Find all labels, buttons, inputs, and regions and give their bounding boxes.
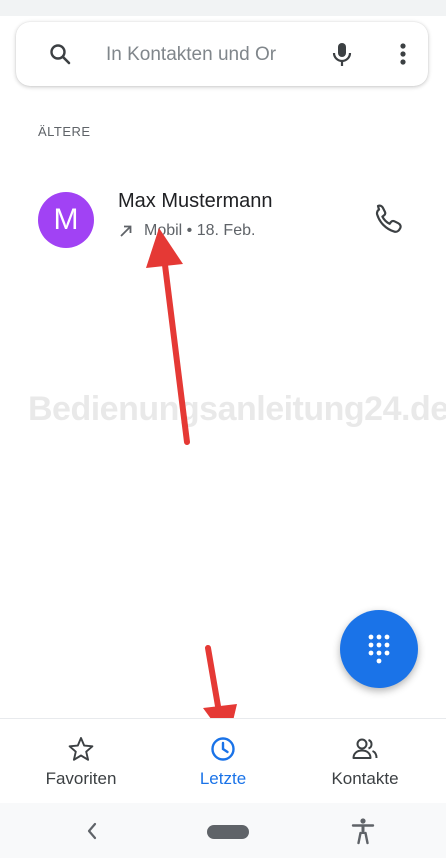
mic-icon[interactable]	[328, 40, 356, 68]
home-pill[interactable]	[207, 825, 249, 839]
tab-kontakte[interactable]: Kontakte	[291, 719, 439, 803]
people-icon	[352, 738, 378, 759]
tab-favoriten[interactable]: Favoriten	[7, 719, 155, 803]
tab-letzte[interactable]: Letzte	[149, 719, 297, 803]
accessibility-icon[interactable]	[350, 817, 376, 845]
dialpad-button[interactable]	[340, 610, 418, 688]
search-icon[interactable]	[48, 42, 72, 66]
back-chevron-icon[interactable]	[84, 819, 100, 843]
more-vert-icon[interactable]	[394, 40, 412, 68]
phone-app-screen: In Kontakten und Or ÄLTERE M Max Musterm…	[0, 0, 446, 858]
search-input[interactable]: In Kontakten und Or	[106, 42, 326, 68]
call-details-text: Mobil • 18. Feb.	[144, 222, 256, 239]
tab-label: Favoriten	[45, 769, 117, 788]
contact-name: Max Mustermann	[118, 190, 273, 212]
tab-label: Letzte	[199, 769, 247, 788]
call-details: Mobil • 18. Feb.	[118, 222, 255, 240]
search-bar[interactable]: In Kontakten und Or	[16, 22, 428, 86]
outgoing-call-arrow-icon	[120, 225, 132, 237]
tab-label: Kontakte	[331, 769, 399, 788]
phone-icon[interactable]	[364, 196, 408, 240]
dialpad-icon	[368, 634, 390, 664]
call-log-row[interactable]: M Max Mustermann Mobil • 18. Feb.	[0, 180, 446, 256]
system-navigation-bar	[0, 803, 446, 858]
status-area	[0, 0, 446, 16]
clock-icon	[211, 737, 235, 761]
section-header-older: ÄLTERE	[38, 124, 91, 139]
watermark: Bedienungsanleitung24.de	[28, 390, 446, 428]
bottom-navigation: Favoriten Letzte Kontakte	[0, 718, 446, 803]
star-outline-icon	[68, 737, 94, 761]
avatar: M	[38, 192, 94, 248]
